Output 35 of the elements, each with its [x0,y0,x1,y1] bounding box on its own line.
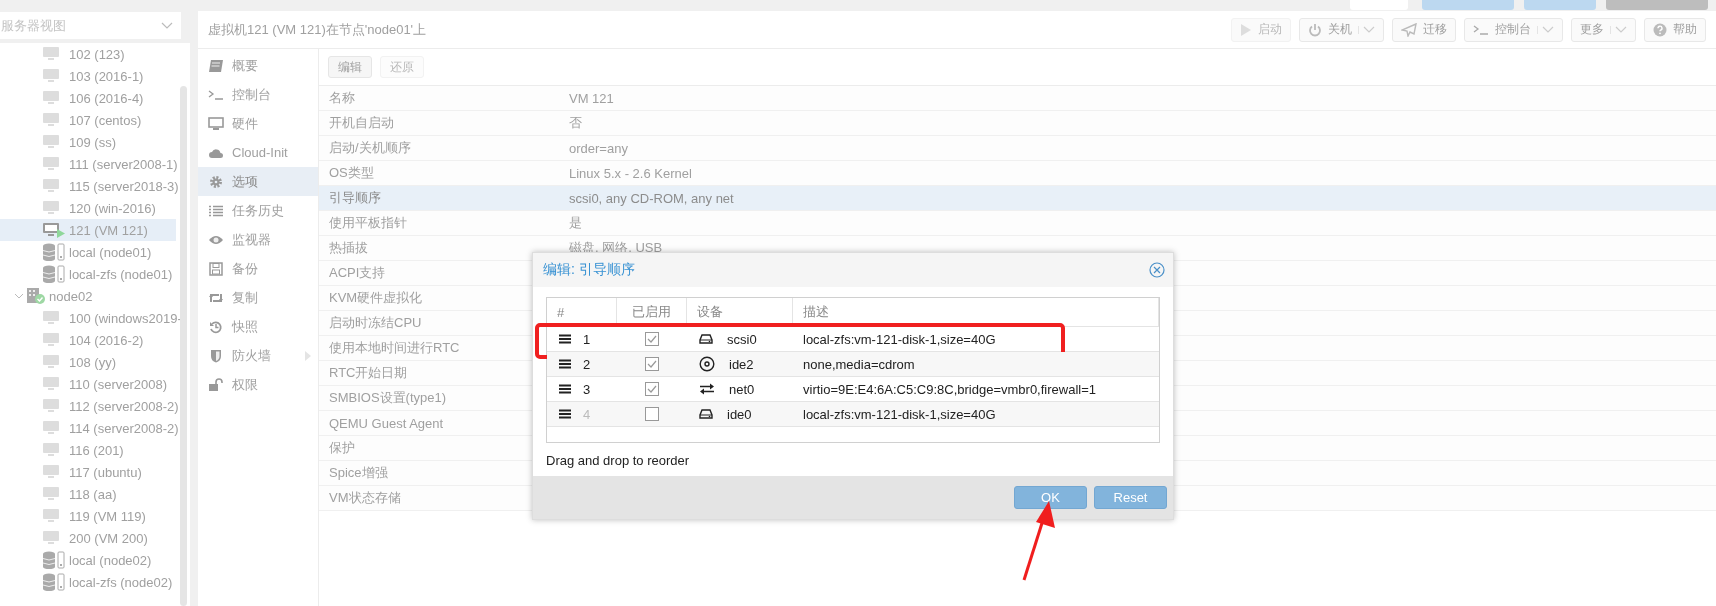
device-description: local-zfs:vm-121-disk-1,size=40G [802,406,997,422]
property-value: Linux 5.x - 2.6 Kernel [569,165,692,181]
property-name: OS类型 [329,165,374,180]
dialog-title: 编辑: 引导顺序 [543,261,635,279]
property-value: VM 121 [569,90,614,106]
device-description: none,media=cdrom [802,356,916,372]
property-name: 引导顺序 [329,190,381,205]
device-name: ide0 [727,406,752,422]
order-number: 4 [583,406,591,422]
property-name: SMBIOS设置(type1) [329,390,447,405]
order-number: 3 [583,381,591,397]
property-value: 否 [569,114,582,132]
property-name: 使用平板指针 [329,215,407,230]
property-name: 启动时冻结CPU [329,315,422,330]
order-number: 2 [583,356,591,372]
property-value: 是 [569,214,582,232]
property-name: ACPI支持 [329,265,386,280]
property-value: scsi0, any CD-ROM, any net [569,190,734,206]
property-name: 热插拔 [329,240,368,255]
hint-text: Drag and drop to reorder [546,453,691,468]
device-name: net0 [729,381,755,397]
device-description: virtio=9E:E4:6A:C5:C9:8C,bridge=vmbr0,firewall=1 [802,381,1097,397]
property-name: 使用本地时间进行RTC [329,340,460,355]
property-name: 名称 [329,90,355,105]
property-value: order=any [569,140,628,156]
property-name: KVM硬件虚拟化 [329,290,423,305]
property-name: VM状态存储 [329,490,401,505]
property-name: QEMU Guest Agent [329,415,444,431]
property-name: Spice增强 [329,465,388,480]
property-name: 保护 [329,440,355,455]
page-title: 虚拟机121 (VM 121)在节点'node01'上 [208,20,427,39]
property-name: 启动/关机顺序 [329,140,411,155]
device-name: ide2 [729,356,754,372]
property-name: 开机自启动 [329,115,394,130]
property-name: RTC开始日期 [329,365,408,380]
